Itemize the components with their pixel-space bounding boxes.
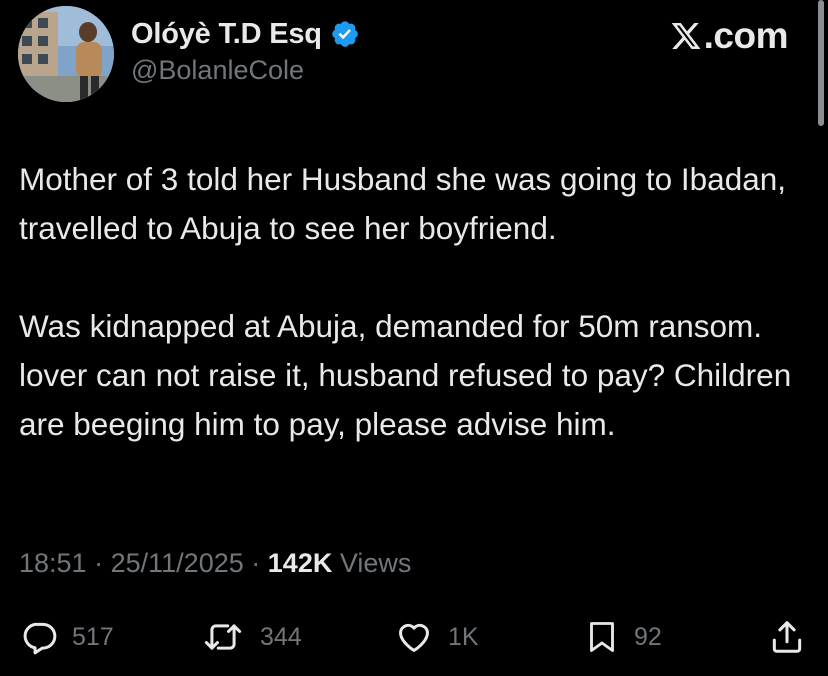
scrollbar[interactable]: [818, 0, 824, 126]
reply-count: 517: [72, 622, 114, 651]
share-button[interactable]: [768, 612, 806, 662]
tweet-text: Mother of 3 told her Husband she was goi…: [19, 155, 809, 449]
bookmark-button[interactable]: 92: [584, 612, 662, 662]
tweet-date[interactable]: 25/11/2025: [111, 548, 244, 578]
tweet-time[interactable]: 18:51: [19, 548, 87, 578]
author-name-row[interactable]: Olóyè T.D Esq: [131, 14, 360, 54]
tweet-meta: 18:51 · 25/11/2025 · 142K Views: [19, 548, 411, 579]
display-name[interactable]: Olóyè T.D Esq: [131, 18, 322, 51]
reply-button[interactable]: 517: [20, 612, 114, 662]
views-label: Views: [339, 548, 412, 578]
like-count: 1K: [448, 622, 479, 651]
brand-domain-text: .com: [703, 15, 789, 56]
avatar[interactable]: [18, 6, 114, 102]
brand-watermark: .com: [669, 14, 789, 58]
views-count: 142K: [267, 548, 333, 578]
verified-badge-icon: [331, 21, 358, 47]
share-icon: [772, 621, 802, 653]
heart-icon: [399, 623, 429, 652]
like-button[interactable]: 1K: [394, 612, 479, 662]
x-logo-icon: [671, 23, 701, 49]
tweet-paragraph: Was kidnapped at Abuja, demanded for 50m…: [19, 308, 792, 442]
repost-count: 344: [260, 622, 302, 651]
author-handle[interactable]: @BolanleCole: [131, 55, 304, 86]
reply-icon: [23, 622, 57, 655]
action-bar: 517 344 1K 92: [0, 612, 828, 662]
bookmark-icon: [590, 622, 614, 652]
meta-separator: ·: [94, 548, 104, 578]
meta-separator: ·: [251, 548, 261, 578]
repost-button[interactable]: 344: [200, 612, 302, 662]
repost-icon: [204, 624, 242, 650]
bookmark-count: 92: [634, 622, 662, 651]
profile-photo: [18, 6, 114, 102]
tweet-paragraph: Mother of 3 told her Husband she was goi…: [19, 161, 786, 246]
